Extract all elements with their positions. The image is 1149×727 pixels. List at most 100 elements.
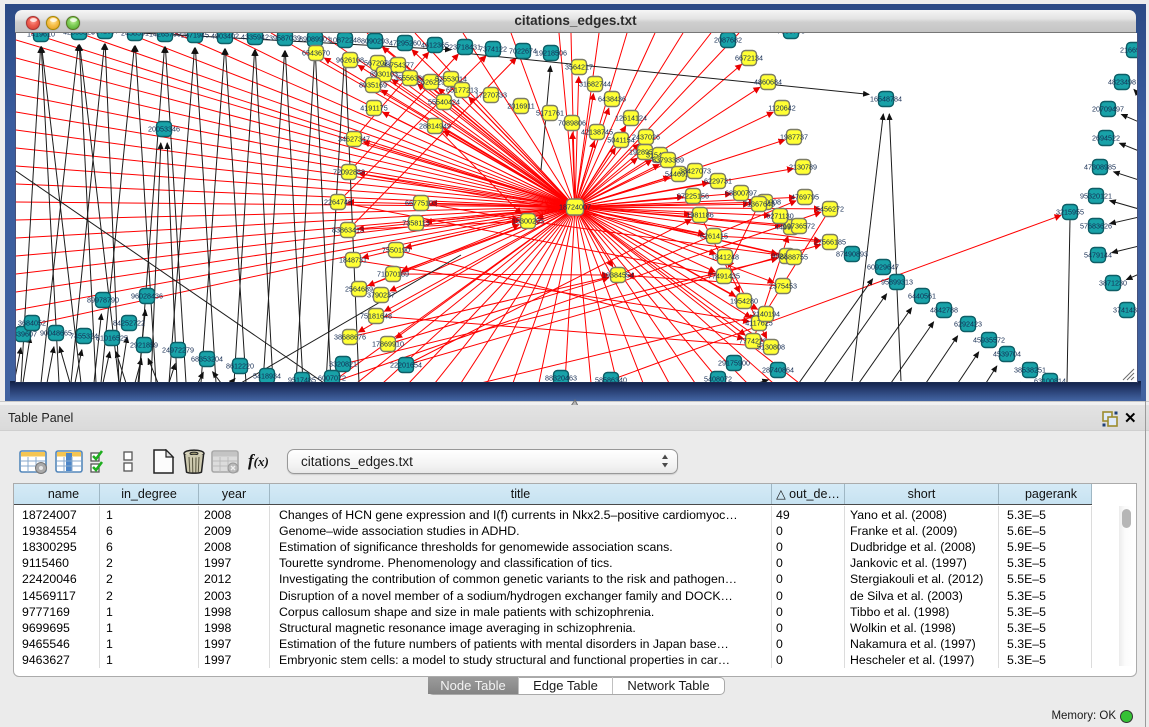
svg-text:90048665: 90048665 — [40, 329, 72, 338]
svg-text:3564217: 3564217 — [565, 63, 593, 72]
svg-text:5041154: 5041154 — [607, 136, 634, 145]
svg-text:5456272: 5456272 — [816, 205, 844, 214]
svg-text:2087682: 2087682 — [714, 36, 742, 45]
svg-text:2130789: 2130789 — [789, 163, 817, 172]
svg-text:68800797: 68800797 — [725, 189, 757, 198]
svg-text:15300295: 15300295 — [512, 217, 544, 226]
svg-text:2437026: 2437026 — [632, 133, 660, 142]
svg-text:8688755: 8688755 — [780, 253, 808, 262]
svg-text:63100814: 63100814 — [1034, 377, 1066, 382]
svg-text:6543670: 6543670 — [302, 49, 330, 58]
svg-text:39587039: 39587039 — [269, 34, 301, 43]
svg-text:4191175: 4191175 — [360, 104, 387, 113]
svg-text:4903402: 4903402 — [211, 33, 239, 41]
svg-text:1954280: 1954280 — [730, 297, 758, 306]
svg-text:4539704: 4539704 — [993, 350, 1021, 359]
svg-text:6672134: 6672134 — [735, 54, 763, 63]
svg-text:84252722: 84252722 — [113, 319, 145, 328]
svg-text:81016525: 81016525 — [96, 334, 128, 343]
svg-text:77491435: 77491435 — [708, 272, 740, 281]
svg-text:20709497: 20709497 — [1092, 105, 1124, 114]
svg-text:28814949: 28814949 — [419, 122, 451, 131]
svg-text:96028436: 96028436 — [131, 292, 163, 301]
svg-text:3790237: 3790237 — [367, 291, 395, 300]
svg-text:2458591: 2458591 — [121, 33, 149, 38]
svg-text:7550190: 7550190 — [382, 246, 410, 255]
svg-text:16548784: 16548784 — [870, 95, 902, 104]
svg-text:5479144: 5479144 — [1084, 251, 1112, 260]
svg-text:19736572: 19736572 — [783, 222, 815, 231]
svg-text:29175900: 29175900 — [718, 359, 750, 368]
svg-text:6440561: 6440561 — [908, 292, 936, 301]
svg-text:38427073: 38427073 — [679, 167, 711, 176]
svg-text:24972279: 24972279 — [162, 346, 194, 355]
svg-text:2264748: 2264748 — [324, 198, 352, 207]
svg-text:1987737: 1987737 — [780, 133, 808, 142]
svg-text:28740864: 28740864 — [762, 366, 794, 375]
svg-text:7022674: 7022674 — [509, 47, 537, 56]
svg-text:4335942: 4335942 — [241, 33, 269, 42]
svg-text:5418934: 5418934 — [253, 372, 281, 381]
svg-text:2921859: 2921859 — [130, 341, 158, 350]
svg-text:10872248: 10872248 — [329, 36, 361, 45]
svg-text:7358113: 7358113 — [402, 219, 429, 228]
svg-text:23718431: 23718431 — [449, 43, 481, 52]
svg-text:6229731: 6229731 — [704, 177, 732, 186]
svg-text:1981186: 1981186 — [686, 211, 713, 220]
svg-text:89978790: 89978790 — [87, 296, 119, 305]
svg-text:7374122: 7374122 — [479, 45, 507, 54]
svg-text:38688676: 38688676 — [334, 333, 366, 342]
svg-text:5171761: 5171761 — [536, 109, 564, 118]
svg-text:1419610: 1419610 — [27, 33, 55, 39]
svg-text:17270733: 17270733 — [475, 91, 507, 100]
svg-text:45935572: 45935572 — [973, 336, 1005, 345]
svg-text:2166941: 2166941 — [1120, 46, 1137, 55]
svg-text:22201654: 22201654 — [390, 361, 422, 370]
svg-text:6438436: 6438436 — [598, 95, 626, 104]
svg-text:6292423: 6292423 — [954, 320, 982, 329]
svg-text:97225156: 97225156 — [677, 192, 709, 201]
svg-text:2375453: 2375453 — [769, 282, 797, 291]
svg-text:38538251: 38538251 — [1014, 366, 1046, 375]
svg-text:2694522: 2694522 — [1092, 134, 1120, 143]
svg-text:1120642: 1120642 — [768, 104, 795, 113]
svg-text:83793389: 83793389 — [652, 156, 684, 165]
svg-text:2140194: 2140194 — [752, 310, 780, 319]
svg-text:9517485: 9517485 — [288, 376, 316, 382]
svg-text:3871230: 3871230 — [1099, 279, 1127, 288]
svg-text:2571945: 2571945 — [181, 33, 209, 40]
svg-text:7455324: 7455324 — [70, 332, 98, 341]
svg-text:19384554: 19384554 — [602, 271, 634, 280]
svg-text:57683626: 57683626 — [1080, 222, 1112, 231]
svg-text:72092888: 72092888 — [333, 168, 365, 177]
svg-text:55540424: 55540424 — [428, 98, 460, 107]
svg-text:87490893: 87490893 — [836, 250, 868, 259]
svg-text:14265799: 14265799 — [149, 33, 181, 39]
svg-text:6271130: 6271130 — [766, 212, 793, 221]
svg-text:95320121: 95320121 — [1080, 192, 1112, 201]
svg-text:6261415: 6261415 — [700, 232, 728, 241]
svg-text:12614124: 12614124 — [615, 114, 647, 123]
svg-text:3341057: 3341057 — [91, 33, 119, 36]
svg-text:4842788: 4842788 — [930, 306, 958, 315]
svg-text:8612220: 8612220 — [226, 362, 254, 371]
svg-text:75181648: 75181648 — [360, 312, 392, 321]
svg-text:4860684: 4860684 — [754, 78, 782, 87]
svg-text:60929647: 60929647 — [867, 263, 899, 272]
svg-text:5408072: 5408072 — [704, 375, 732, 382]
svg-text:58586340: 58586340 — [595, 376, 627, 382]
svg-text:3320821: 3320821 — [329, 360, 357, 369]
svg-text:31682744: 31682744 — [579, 80, 611, 89]
svg-text:47295260: 47295260 — [389, 39, 421, 48]
svg-text:7089806: 7089806 — [558, 119, 586, 128]
svg-text:3215955: 3215955 — [1056, 208, 1084, 217]
svg-text:27566185: 27566185 — [814, 238, 846, 247]
svg-text:68353204: 68353204 — [191, 355, 223, 364]
svg-text:34627347: 34627347 — [338, 135, 370, 144]
svg-text:47308985: 47308985 — [1084, 163, 1116, 172]
svg-text:1848731: 1848731 — [339, 256, 367, 265]
svg-text:6007072: 6007072 — [318, 374, 346, 382]
svg-text:5130808: 5130808 — [757, 343, 785, 352]
svg-text:17869910: 17869910 — [372, 340, 404, 349]
svg-text:19218506: 19218506 — [535, 49, 567, 58]
